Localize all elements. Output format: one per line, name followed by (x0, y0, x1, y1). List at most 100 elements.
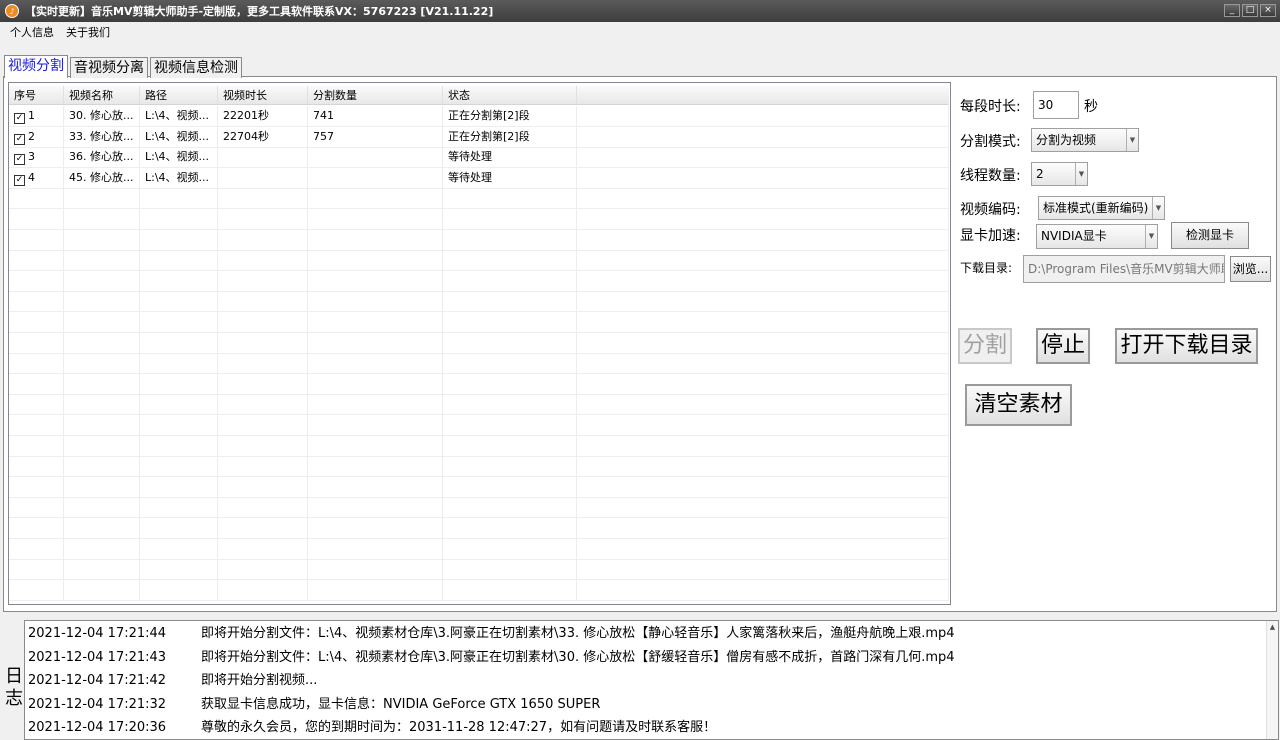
cell-status (443, 518, 577, 538)
log-timestamp: 2021-12-04 17:21:32 (28, 696, 167, 712)
cell-duration (218, 229, 308, 250)
cell-index (9, 373, 64, 394)
cell-path (140, 353, 218, 374)
row-checkbox[interactable]: ✓ (14, 113, 25, 124)
table-row[interactable]: ✓ 4 45. 修心放... L:\4、视频... 等待处理 (9, 167, 949, 189)
cell-status (443, 476, 577, 497)
cell-duration (218, 373, 308, 394)
video-list-grid[interactable]: 序号 视频名称 路径 视频时长 分割数量 状态 ✓ 1 30. 修心放... L:\4… (8, 82, 951, 605)
cell-path (140, 559, 218, 580)
tab-video-split[interactable]: 视频分割 (4, 55, 68, 78)
empty-row (9, 538, 949, 560)
tab-video-info-detect[interactable]: 视频信息检测 (150, 57, 242, 78)
menu-personal-info[interactable]: 个人信息 (4, 24, 60, 40)
browse-button[interactable]: 浏览... (1230, 256, 1271, 282)
maximize-button[interactable]: □ (1242, 4, 1258, 17)
cell-count (308, 188, 443, 209)
cell-status (443, 497, 577, 518)
row-checkbox[interactable]: ✓ (14, 154, 25, 166)
segment-unit-label: 秒 (1084, 99, 1098, 115)
cell-path (140, 229, 218, 250)
video-codec-label: 视频编码: (960, 202, 1021, 218)
split-mode-select[interactable]: 分割为视频 ▼ (1031, 128, 1139, 152)
cell-index (9, 456, 64, 477)
gpu-accel-label: 显卡加速: (960, 228, 1021, 244)
cell-filler (577, 147, 949, 168)
gpu-accel-select[interactable]: NVIDIA显卡 ▼ (1036, 224, 1158, 249)
video-codec-select[interactable]: 标准模式(重新编码) ▼ (1038, 196, 1165, 220)
cell-index (9, 415, 64, 435)
cell-filler (577, 106, 949, 126)
empty-row (9, 518, 949, 539)
empty-row (9, 456, 949, 478)
col-header-index[interactable]: 序号 (9, 86, 64, 104)
log-message: 即将开始分割文件：L:\4、视频素材仓库\3.阿豪正在切割素材\30. 修心放松… (201, 649, 955, 665)
cell-path (140, 312, 218, 332)
cell-duration (218, 559, 308, 580)
window-controls: _ □ × (1224, 4, 1276, 17)
cell-path (140, 538, 218, 559)
tab-audio-video-separate[interactable]: 音视频分离 (70, 57, 148, 78)
col-header-name[interactable]: 视频名称 (64, 86, 140, 104)
log-message: 获取显卡信息成功，显卡信息：NVIDIA GeForce GTX 1650 SU… (201, 696, 601, 712)
chevron-down-icon: ▼ (1145, 225, 1157, 248)
cell-name (64, 209, 140, 229)
window-title: 【实时更新】音乐MV剪辑大师助手-定制版，更多工具软件联系VX：5767223 … (25, 5, 494, 18)
cell-filler (577, 291, 949, 312)
log-entry: 2021-12-04 17:21:32 获取显卡信息成功，显卡信息：NVIDIA … (28, 696, 600, 714)
cell-status (443, 456, 577, 477)
cell-status (443, 312, 577, 332)
chevron-down-icon: ▼ (1126, 129, 1138, 151)
cell-filler (577, 332, 949, 353)
cell-index (9, 250, 64, 271)
table-row[interactable]: ✓ 1 30. 修心放... L:\4、视频... 22201秒 741 正在分割第[2]段 (9, 106, 949, 127)
col-header-status[interactable]: 状态 (443, 86, 577, 104)
grid-header: 序号 视频名称 路径 视频时长 分割数量 状态 (9, 86, 949, 105)
cell-index (9, 270, 64, 291)
thread-count-select[interactable]: 2 ▼ (1031, 162, 1088, 186)
cell-duration: 22704秒 (218, 126, 308, 147)
empty-row (9, 394, 949, 416)
cell-status (443, 353, 577, 374)
cell-count (308, 373, 443, 394)
cell-name (64, 415, 140, 435)
cell-status: 正在分割第[2]段 (443, 106, 577, 126)
empty-row (9, 312, 949, 333)
col-header-empty (577, 86, 949, 104)
row-checkbox[interactable]: ✓ (14, 133, 25, 145)
cell-filler (577, 456, 949, 477)
log-scrollbar[interactable]: ▲ (1266, 621, 1278, 739)
segment-duration-input[interactable]: 30 (1033, 91, 1079, 119)
row-index: 4 (28, 170, 35, 184)
log-panel[interactable]: 2021-12-04 17:21:44 即将开始分割文件：L:\4、视频素材仓库\… (24, 620, 1279, 740)
cell-name: 45. 修心放... (64, 167, 140, 188)
cell-index (9, 518, 64, 538)
col-header-count[interactable]: 分割数量 (308, 86, 443, 104)
clear-materials-button[interactable]: 清空素材 (965, 384, 1072, 426)
col-header-duration[interactable]: 视频时长 (218, 86, 308, 104)
cell-index (9, 188, 64, 209)
minimize-button[interactable]: _ (1224, 4, 1240, 17)
cell-filler (577, 373, 949, 394)
download-dir-input[interactable]: D:\Program Files\音乐MV剪辑大师助 (1023, 255, 1225, 283)
table-row[interactable]: ✓ 3 36. 修心放... L:\4、视频... 等待处理 (9, 147, 949, 169)
detect-gpu-button[interactable]: 检测显卡 (1171, 222, 1249, 249)
cell-filler (577, 415, 949, 435)
split-mode-label: 分割模式: (960, 134, 1021, 150)
empty-row (9, 250, 949, 272)
empty-row (9, 229, 949, 251)
thread-count-value: 2 (1036, 167, 1044, 181)
cell-count: 757 (308, 126, 443, 147)
col-header-path[interactable]: 路径 (140, 86, 218, 104)
scroll-up-icon[interactable]: ▲ (1267, 621, 1278, 633)
empty-row (9, 559, 949, 581)
table-row[interactable]: ✓ 2 33. 修心放... L:\4、视频... 22704秒 757 正在分割第[2]段 (9, 126, 949, 148)
stop-button[interactable]: 停止 (1036, 328, 1090, 364)
row-checkbox[interactable]: ✓ (14, 174, 25, 186)
close-button[interactable]: × (1260, 4, 1276, 17)
empty-row (9, 353, 949, 375)
split-button[interactable]: 分割 (958, 328, 1012, 364)
menu-about-us[interactable]: 关于我们 (60, 24, 116, 40)
open-download-dir-button[interactable]: 打开下载目录 (1115, 328, 1258, 364)
cell-filler (577, 126, 949, 147)
